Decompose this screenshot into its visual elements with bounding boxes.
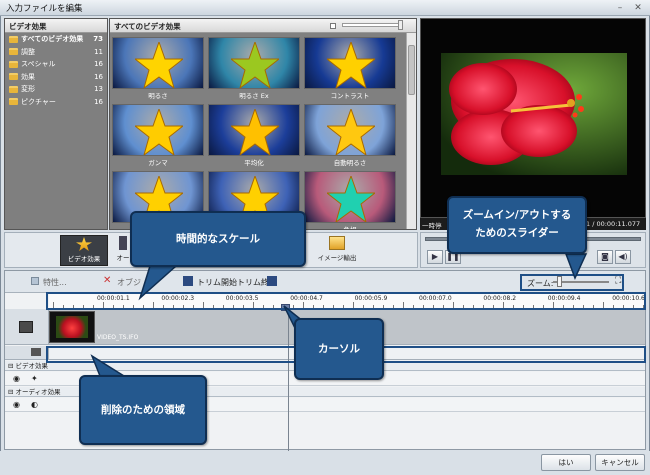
callout-time-scale: 時間的なスケール <box>130 211 306 267</box>
ok-button[interactable]: はい <box>541 454 591 471</box>
callout-delete-area: 削除のための領域 <box>79 375 207 445</box>
dialog-footer: はい キャンセル <box>0 451 650 475</box>
callout-zoom-slider: ズームイン/アウトするためのスライダー <box>447 196 587 254</box>
callout-cursor: カーソル <box>294 318 384 380</box>
cancel-button[interactable]: キャンセル <box>595 454 645 471</box>
